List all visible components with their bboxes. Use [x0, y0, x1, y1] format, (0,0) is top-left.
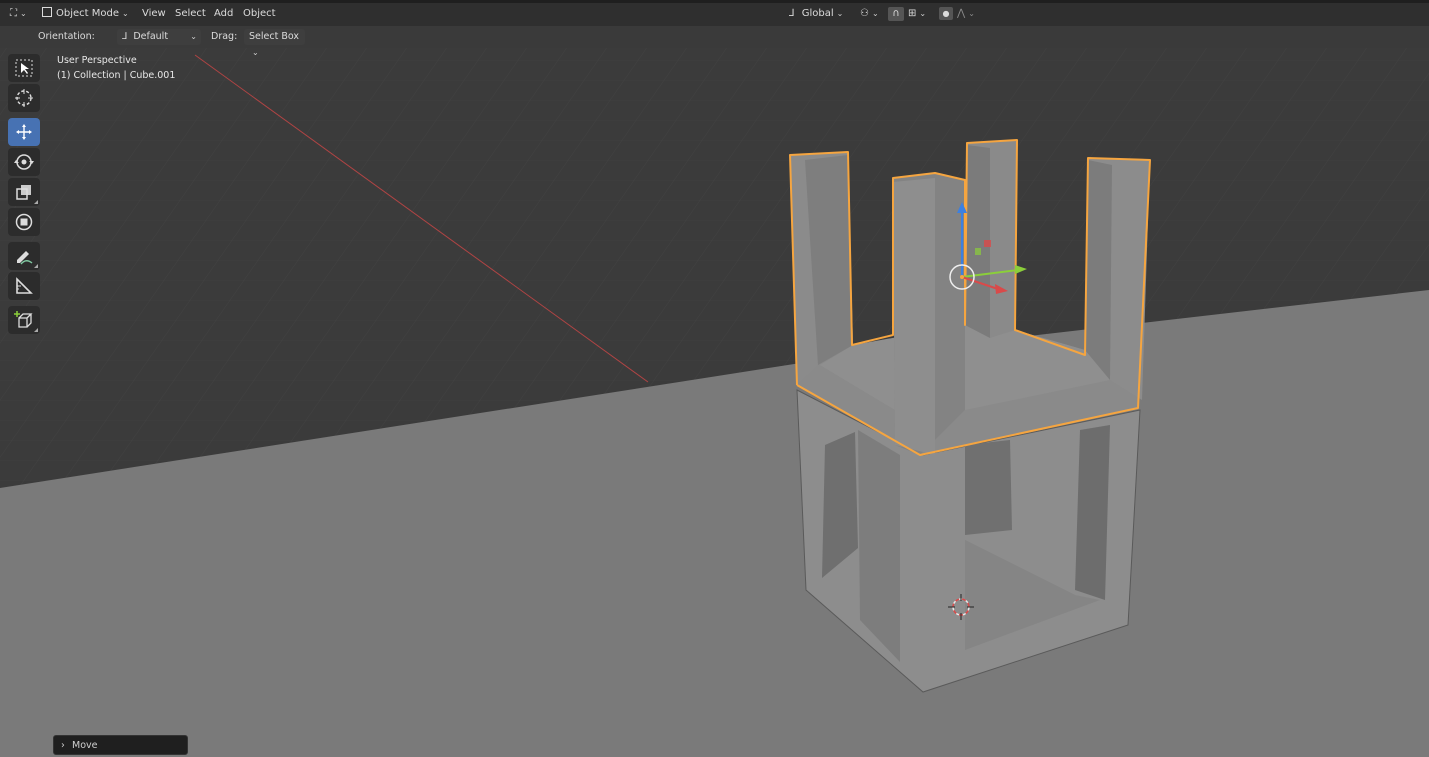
scale-tool[interactable]: [8, 178, 40, 206]
3d-viewport[interactable]: [0, 48, 1429, 757]
drag-dropdown[interactable]: Select Box ⌄: [244, 29, 305, 57]
mode-dropdown[interactable]: Object Mode ⌄: [42, 7, 129, 21]
chevron-down-icon: ⌄: [871, 9, 879, 18]
add-cube-tool[interactable]: [8, 306, 40, 334]
measure-ruler-icon: [16, 277, 33, 294]
menu-view[interactable]: View: [142, 7, 166, 21]
orientation-default-icon: ⅃: [122, 31, 128, 42]
orientation-label: Orientation:: [38, 31, 95, 42]
move-icon: [16, 124, 32, 140]
tool-variants-indicator: [34, 200, 38, 204]
annotate-pencil-icon: [17, 251, 33, 265]
tool-variants-indicator: [34, 264, 38, 268]
view-name: User Perspective: [57, 55, 137, 66]
annotate-tool[interactable]: [8, 242, 40, 270]
drag-label: Drag:: [211, 31, 238, 42]
orientation-axes-icon: ⅃: [789, 8, 795, 19]
falloff-dropdown[interactable]: ⋀ ⌄: [957, 7, 975, 21]
proportional-edit-icon: ●: [942, 9, 950, 18]
menu-add[interactable]: Add: [214, 7, 233, 21]
chevron-down-icon: ⌄: [968, 9, 975, 18]
chevron-right-icon: ›: [61, 740, 65, 751]
object-mode-icon: [42, 7, 52, 17]
transform-icon: [15, 213, 33, 231]
object-info: (1) Collection | Cube.001: [57, 70, 176, 81]
header-divider: [0, 0, 1429, 3]
chevron-down-icon: ⌄: [190, 32, 197, 41]
measure-tool[interactable]: [8, 272, 40, 300]
chevron-down-icon: ⌄: [122, 9, 129, 18]
pivot-point-icon: ⚇: [860, 8, 869, 19]
pivot-point-dropdown[interactable]: ⚇ ⌄: [860, 7, 879, 21]
add-cube-icon: [14, 311, 33, 328]
select-box-tool[interactable]: [8, 54, 40, 82]
rotate-tool[interactable]: [8, 148, 40, 176]
cursor-icon: [15, 89, 33, 107]
orientation-value: Default: [133, 31, 169, 42]
chevron-down-icon: ⌄: [252, 48, 259, 57]
tool-variants-indicator: [34, 328, 38, 332]
scale-icon: [16, 185, 31, 200]
selected-object-cube[interactable]: [789, 139, 1151, 693]
falloff-curve-icon: ⋀: [957, 8, 966, 19]
last-operator-label: Move: [72, 740, 98, 751]
editor-type-dropdown[interactable]: ⛶ ⌄: [10, 7, 27, 21]
cursor-tool[interactable]: [8, 84, 40, 112]
viewport-header: ⛶ ⌄ Object Mode ⌄ View Select Add Object ⅃…: [0, 0, 1429, 26]
last-operator-panel[interactable]: › Move: [53, 735, 188, 755]
menu-object[interactable]: Object: [243, 7, 276, 21]
chevron-down-icon: ⌄: [919, 9, 927, 18]
proportional-edit-toggle[interactable]: ●: [939, 7, 953, 20]
orientation-dropdown[interactable]: ⅃ Default ⌄: [117, 29, 201, 45]
post-front-face: [893, 178, 935, 455]
chevron-down-icon: ⌄: [836, 9, 844, 18]
snap-toggle[interactable]: ∩: [888, 7, 904, 21]
transform-orientation-dropdown[interactable]: ⅃ Global ⌄: [789, 7, 843, 21]
chevron-down-icon: ⌄: [20, 9, 27, 18]
transform-orientation-label: Global: [801, 8, 834, 19]
transform-tool[interactable]: [8, 208, 40, 236]
lower-frame-hole-right: [1075, 425, 1110, 600]
editor-type-icon: ⛶: [10, 8, 17, 19]
snap-increment-icon: ⊞: [908, 8, 917, 19]
menu-select[interactable]: Select: [175, 7, 206, 21]
select-box-icon: [15, 59, 33, 77]
post-right-face: [1085, 160, 1112, 380]
move-tool[interactable]: [8, 118, 40, 146]
magnet-icon: ∩: [892, 8, 900, 19]
snap-target-dropdown[interactable]: ⊞ ⌄: [908, 7, 926, 21]
mode-label: Object Mode: [56, 8, 119, 19]
rotate-icon: [14, 154, 34, 170]
lower-frame-hole-center: [965, 440, 1012, 535]
drag-value: Select Box: [249, 31, 299, 42]
